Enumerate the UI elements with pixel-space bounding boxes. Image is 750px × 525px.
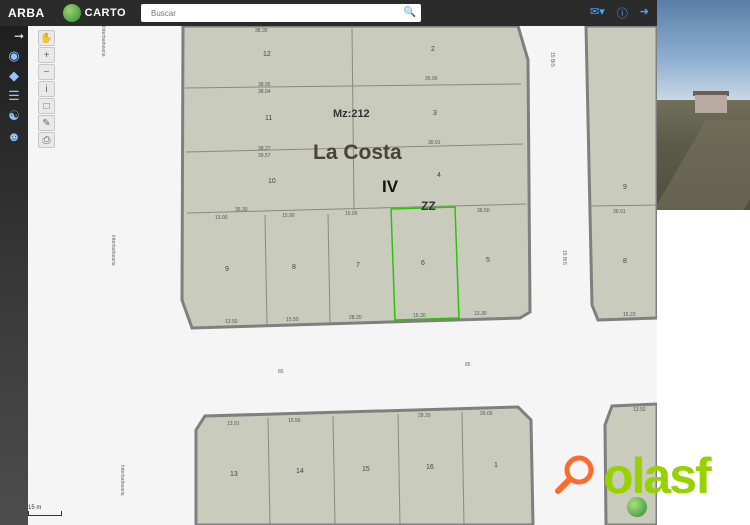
dim-label: 13.50 [225,319,238,325]
parcel-label: 7 [356,262,360,269]
dim-label: 15.00 [345,211,358,217]
zone-label: ZZ [421,199,436,213]
locality-label: La Costa [313,141,402,164]
map-scale: 15 m [28,505,62,516]
dim-label: 38.94 [258,89,271,95]
dim-label: 15.30 [413,313,426,319]
dim-label: 13.00 [215,215,228,221]
parcel-label: 5 [486,257,490,264]
street-label: 15 BIS [549,52,555,68]
document-icon[interactable]: □ [38,98,55,114]
layers-stack-icon[interactable]: ☰ [0,86,28,106]
top-actions: ✉▾ ⓘ ➜ [590,5,649,21]
parcel-label: 14 [296,468,304,475]
parcel-label: 8 [292,264,296,271]
dim-label: 28.20 [349,315,362,321]
parcel-label: 16 [426,464,434,471]
photo-sky [657,0,750,100]
parcel-label: 6 [421,260,425,267]
draw-icon[interactable]: ✎ [38,115,55,131]
dim-label: 38.35 [255,28,268,34]
watermark-text: olasf [603,448,712,504]
parcel-label: 1 [494,462,498,469]
magnifier-icon [555,455,594,494]
info-icon[interactable]: ⓘ [617,5,628,21]
brand-label[interactable]: ARBA [8,6,45,20]
block-right [584,26,657,322]
dim-label: 35.30 [235,207,248,213]
parcel-label: 13 [230,471,238,478]
info-icon[interactable]: i [38,81,55,97]
street-label: Interbalnearia [119,465,125,496]
dim-label: 28.20 [418,413,431,419]
section-label: IV [382,177,399,196]
layers-icon[interactable]: ◆ [0,66,28,86]
dim-label: 13.30 [474,311,487,317]
map-toolbar: ✋ + − i □ ✎ ⎙ [38,30,55,148]
parcel-label: 4 [437,172,441,179]
dim-label: 15.90 [282,213,295,219]
dim-label: 35.90 [425,76,438,82]
globe-icon [62,4,81,22]
parcel-label: 9 [225,266,229,273]
parcel-label: 12 [263,51,271,58]
street-label: Interbalnearia [100,26,106,57]
hand-icon[interactable]: ✋ [38,30,55,46]
envelope-icon[interactable]: ✉▾ [590,5,605,21]
parcel-label: 8 [623,258,627,265]
zoom-out-icon[interactable]: − [38,64,55,80]
user-pin-icon[interactable]: ☻ [0,126,28,146]
dim-label: 38.95 [258,82,271,88]
parcel-label: 9 [623,184,627,191]
carto-mini-logo [627,497,647,517]
arrow-right-icon[interactable]: ➞ [0,26,28,46]
parcel-label: 10 [268,178,276,185]
dim-label: 36.50 [477,208,490,214]
photo-house [695,95,727,113]
search-box[interactable]: 🔍 [141,4,421,22]
exit-icon[interactable]: ➜ [640,5,649,21]
print-icon[interactable]: ⎙ [38,132,55,148]
dim-label: 30.91 [428,140,441,146]
dim-label: 39.91 [613,209,626,215]
dim-label: 13.91 [227,421,240,427]
zoom-in-icon[interactable]: + [38,47,55,63]
dim-label: 15.50 [286,317,299,323]
parcel-label: 15 [362,466,370,473]
olx-watermark: olasf [555,450,750,510]
left-toolbar: ➞ ◉ ◆ ☰ ☯ ☻ [0,26,28,525]
street-label: 85 [465,362,471,368]
street-label: Interbalnearia [110,235,116,266]
search-icon[interactable]: 🔍 [404,7,416,18]
top-bar: ARBA CARTO 🔍 ✉▾ ⓘ ➜ [0,0,657,26]
parcel-label: 2 [431,46,435,53]
search-input[interactable] [149,5,403,21]
dim-label: 39.57 [258,153,271,159]
block-top [180,26,532,330]
street-label: 85 [278,369,284,375]
dim-label: 38.27 [258,146,271,152]
parcel-label: 3 [433,110,437,117]
dim-label: 15.23 [623,312,636,318]
parcel-label: 11 [265,115,272,122]
street-label: 15 BIS [561,250,567,266]
dim-label: 15.56 [288,418,301,424]
block-label: Mz:212 [333,108,370,120]
scale-bar [28,511,62,516]
carto-logo[interactable]: CARTO [62,4,127,22]
tag-icon[interactable]: ☯ [0,106,28,126]
logo-text: CARTO [84,7,127,19]
dim-label: 13.50 [633,407,646,413]
dim-label: 26.00 [480,411,493,417]
listing-photo[interactable] [657,0,750,210]
binoculars-icon[interactable]: ◉ [0,46,28,66]
